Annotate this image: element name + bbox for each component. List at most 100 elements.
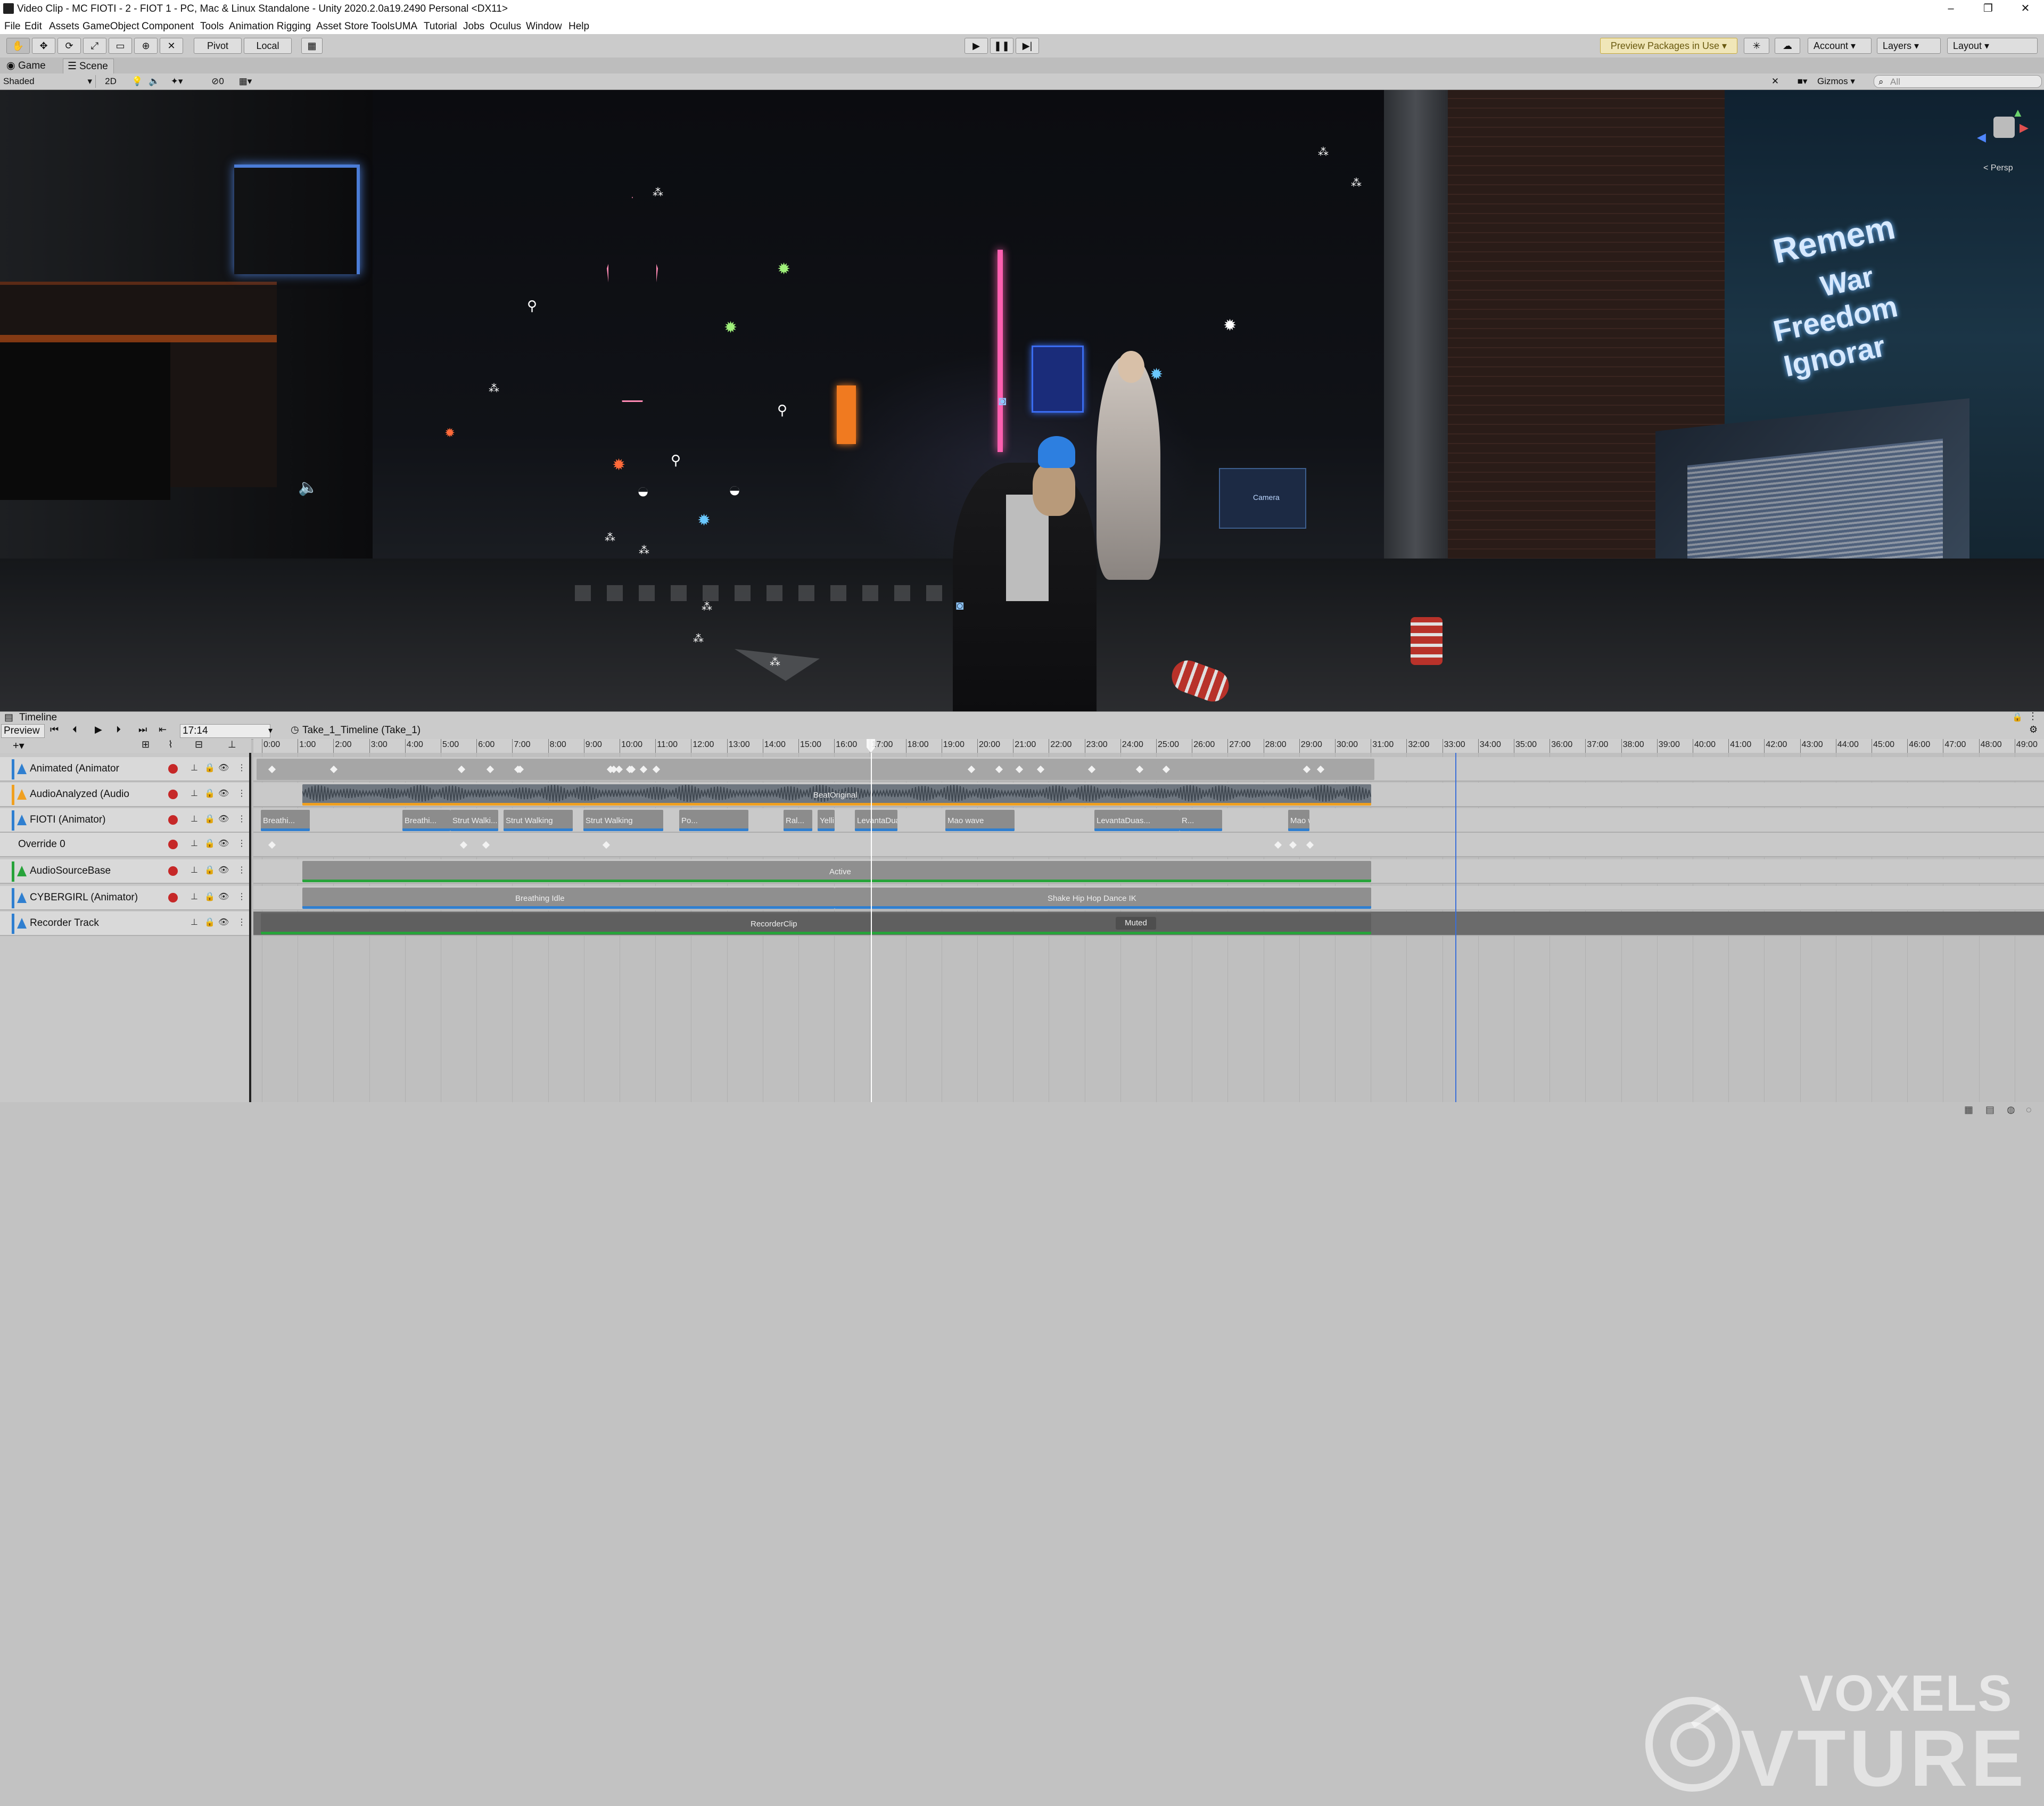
close-button[interactable]: ✕: [2007, 0, 2044, 18]
2d-toggle[interactable]: 2D: [101, 75, 120, 88]
account-dropdown[interactable]: Account ▾: [1808, 38, 1872, 54]
gizmos-dropdown[interactable]: Gizmos ▾: [1817, 75, 1868, 88]
track-name[interactable]: AudioSourceBase: [30, 865, 111, 877]
scene-viewport[interactable]: Remem War Freedom Ignorar Camera 🔈 ✹ ✹ ✹…: [0, 90, 2044, 711]
camera-settings-icon[interactable]: ■▾: [1789, 75, 1816, 88]
curves-toggle-icon[interactable]: ⌇: [168, 739, 173, 750]
particle-system-icon[interactable]: ⁂: [1318, 144, 1329, 160]
animation-clip[interactable]: Breathi...: [261, 810, 310, 831]
y-axis-arrow-icon[interactable]: ▲: [2012, 106, 2024, 120]
grid-toggle-icon[interactable]: ▦▾: [232, 75, 259, 88]
current-time-field[interactable]: 17:14: [180, 724, 270, 738]
shading-mode-dropdown[interactable]: Shaded ▾: [2, 75, 96, 88]
menu-window[interactable]: Window: [526, 21, 562, 32]
track-header[interactable]: AudioSourceBase ⊥ 🔒 👁 ⋮: [0, 859, 249, 884]
progress-icon[interactable]: ▦: [1964, 1104, 1973, 1115]
cache-server-icon[interactable]: ▤: [1985, 1104, 1994, 1115]
layout-dropdown[interactable]: Layout ▾: [1947, 38, 2038, 54]
particle-system-icon[interactable]: ⁂: [1351, 175, 1362, 191]
record-button[interactable]: [168, 840, 178, 849]
particle-system-icon[interactable]: ⁂: [605, 530, 615, 546]
more-options-icon[interactable]: ⋮: [237, 865, 246, 875]
cloud-icon[interactable]: ☁: [1775, 38, 1800, 54]
orientation-cube[interactable]: [1993, 117, 2015, 138]
menu-oculus[interactable]: Oculus: [490, 21, 521, 32]
audio-listener-icon[interactable]: ◙: [999, 393, 1007, 409]
animation-clip[interactable]: LevantaDuasMaos: [855, 810, 897, 831]
step-button[interactable]: ▶|: [1016, 38, 1039, 54]
play-icon[interactable]: ▶: [95, 724, 102, 735]
infinite-clip[interactable]: [257, 759, 1374, 780]
audio-listener-icon[interactable]: ◙: [956, 598, 964, 614]
recorder-clip[interactable]: RecorderClip: [261, 913, 1371, 934]
light-gizmo-icon[interactable]: ✹: [444, 425, 455, 441]
animation-clip[interactable]: Yelling Out: [818, 810, 835, 831]
menu-asset-store-tools[interactable]: Asset Store Tools: [316, 21, 395, 32]
timeline-title[interactable]: Timeline: [19, 712, 57, 724]
hand-tool-button[interactable]: ✋: [6, 38, 30, 54]
play-range-icon[interactable]: ⇤: [159, 724, 167, 735]
scene-orientation-gizmo[interactable]: ▲ ▶ ◀ < Persp: [1964, 101, 2039, 180]
move-tool-button[interactable]: ✥: [32, 38, 55, 54]
previous-frame-icon[interactable]: ⏴: [72, 724, 77, 735]
reflection-probe-icon[interactable]: ◒: [637, 480, 649, 502]
pin-icon[interactable]: ⊥: [191, 891, 198, 902]
tab-scene[interactable]: ☰ Scene: [63, 59, 114, 73]
animation-clip[interactable]: Strut Walking: [504, 810, 573, 831]
mute-eye-icon[interactable]: 👁: [218, 814, 229, 824]
track-name[interactable]: Recorder Track: [30, 917, 99, 929]
play-button[interactable]: ▶: [965, 38, 988, 54]
track-name[interactable]: AudioAnalyzed (Audio: [30, 789, 129, 800]
scene-search-input[interactable]: ⌕ All: [1874, 75, 2042, 88]
tab-game[interactable]: ◉ Game: [2, 59, 51, 73]
tools-icon[interactable]: ✕: [1767, 75, 1783, 88]
track-name[interactable]: Animated (Animator: [30, 763, 119, 775]
track-lock-icon[interactable]: ⊞: [142, 739, 150, 750]
light-gizmo-icon[interactable]: ✹: [697, 513, 711, 529]
particle-system-icon[interactable]: ⁂: [702, 599, 712, 615]
animation-clip[interactable]: Mao wav...: [1288, 810, 1309, 831]
animation-clip[interactable]: Strut Walking: [583, 810, 663, 831]
menu-help[interactable]: Help: [568, 21, 589, 32]
menu-assets[interactable]: Assets: [49, 21, 79, 32]
pin-icon[interactable]: ⊥: [191, 762, 198, 773]
particle-system-icon[interactable]: ⁂: [489, 381, 499, 397]
track-header[interactable]: CYBERGIRL (Animator) ⊥ 🔒 👁 ⋮: [0, 886, 249, 910]
menu-component[interactable]: Component: [142, 21, 194, 32]
audio-toggle-icon[interactable]: 🔈: [147, 75, 162, 88]
pin-icon[interactable]: ⊥: [191, 788, 198, 799]
playhead[interactable]: [871, 753, 872, 1118]
mute-eye-icon[interactable]: 👁: [218, 788, 229, 799]
lock-icon[interactable]: 🔒: [2012, 712, 2023, 723]
rect-tool-button[interactable]: ▭: [109, 38, 132, 54]
local-toggle[interactable]: Local: [244, 38, 292, 54]
light-gizmo-icon[interactable]: ✹: [612, 457, 625, 473]
pin-icon[interactable]: ⊥: [191, 838, 198, 849]
animation-clip[interactable]: LevantaDuas...: [1094, 810, 1180, 831]
track-name[interactable]: FIOTI (Animator): [30, 814, 106, 826]
track-clip-area[interactable]: BeatOriginal Breathi... Breathi... Strut Wa…: [253, 753, 2044, 1118]
breadcrumb[interactable]: Take_1_Timeline (Take_1): [302, 725, 421, 736]
record-button[interactable]: [168, 764, 178, 774]
spotlight-gizmo-icon[interactable]: ⚲: [671, 452, 681, 468]
animation-clip[interactable]: Shake Hip Hop Dance IK: [835, 888, 1371, 909]
menu-file[interactable]: File: [4, 21, 21, 32]
pause-button[interactable]: ❚❚: [990, 38, 1013, 54]
timeline-end-marker[interactable]: [1455, 753, 1456, 1118]
menu-uma[interactable]: UMA: [395, 21, 417, 32]
reflection-probe-icon[interactable]: ◒: [728, 479, 741, 500]
lock-icon[interactable]: 🔒: [204, 917, 215, 927]
animation-clip[interactable]: Strut Walki...: [450, 810, 498, 831]
settings-gear-icon[interactable]: ⚙: [2029, 724, 2038, 735]
pin-icon[interactable]: ⊥: [228, 739, 236, 750]
menu-edit[interactable]: Edit: [24, 21, 42, 32]
effects-toggle-icon[interactable]: ✦▾: [164, 75, 189, 88]
audio-clip[interactable]: BeatOriginal: [302, 784, 1371, 806]
animation-clip[interactable]: Mao wave: [945, 810, 1015, 831]
more-options-icon[interactable]: ⋮: [237, 762, 246, 773]
track-header[interactable]: AudioAnalyzed (Audio ⊥ 🔒 👁 ⋮: [0, 783, 249, 807]
record-button[interactable]: [168, 815, 178, 825]
x-axis-arrow-icon[interactable]: ▶: [2020, 121, 2029, 135]
animation-clip[interactable]: Po...: [679, 810, 748, 831]
track-header[interactable]: Recorder Track ⊥ 🔒 👁 ⋮: [0, 912, 249, 936]
